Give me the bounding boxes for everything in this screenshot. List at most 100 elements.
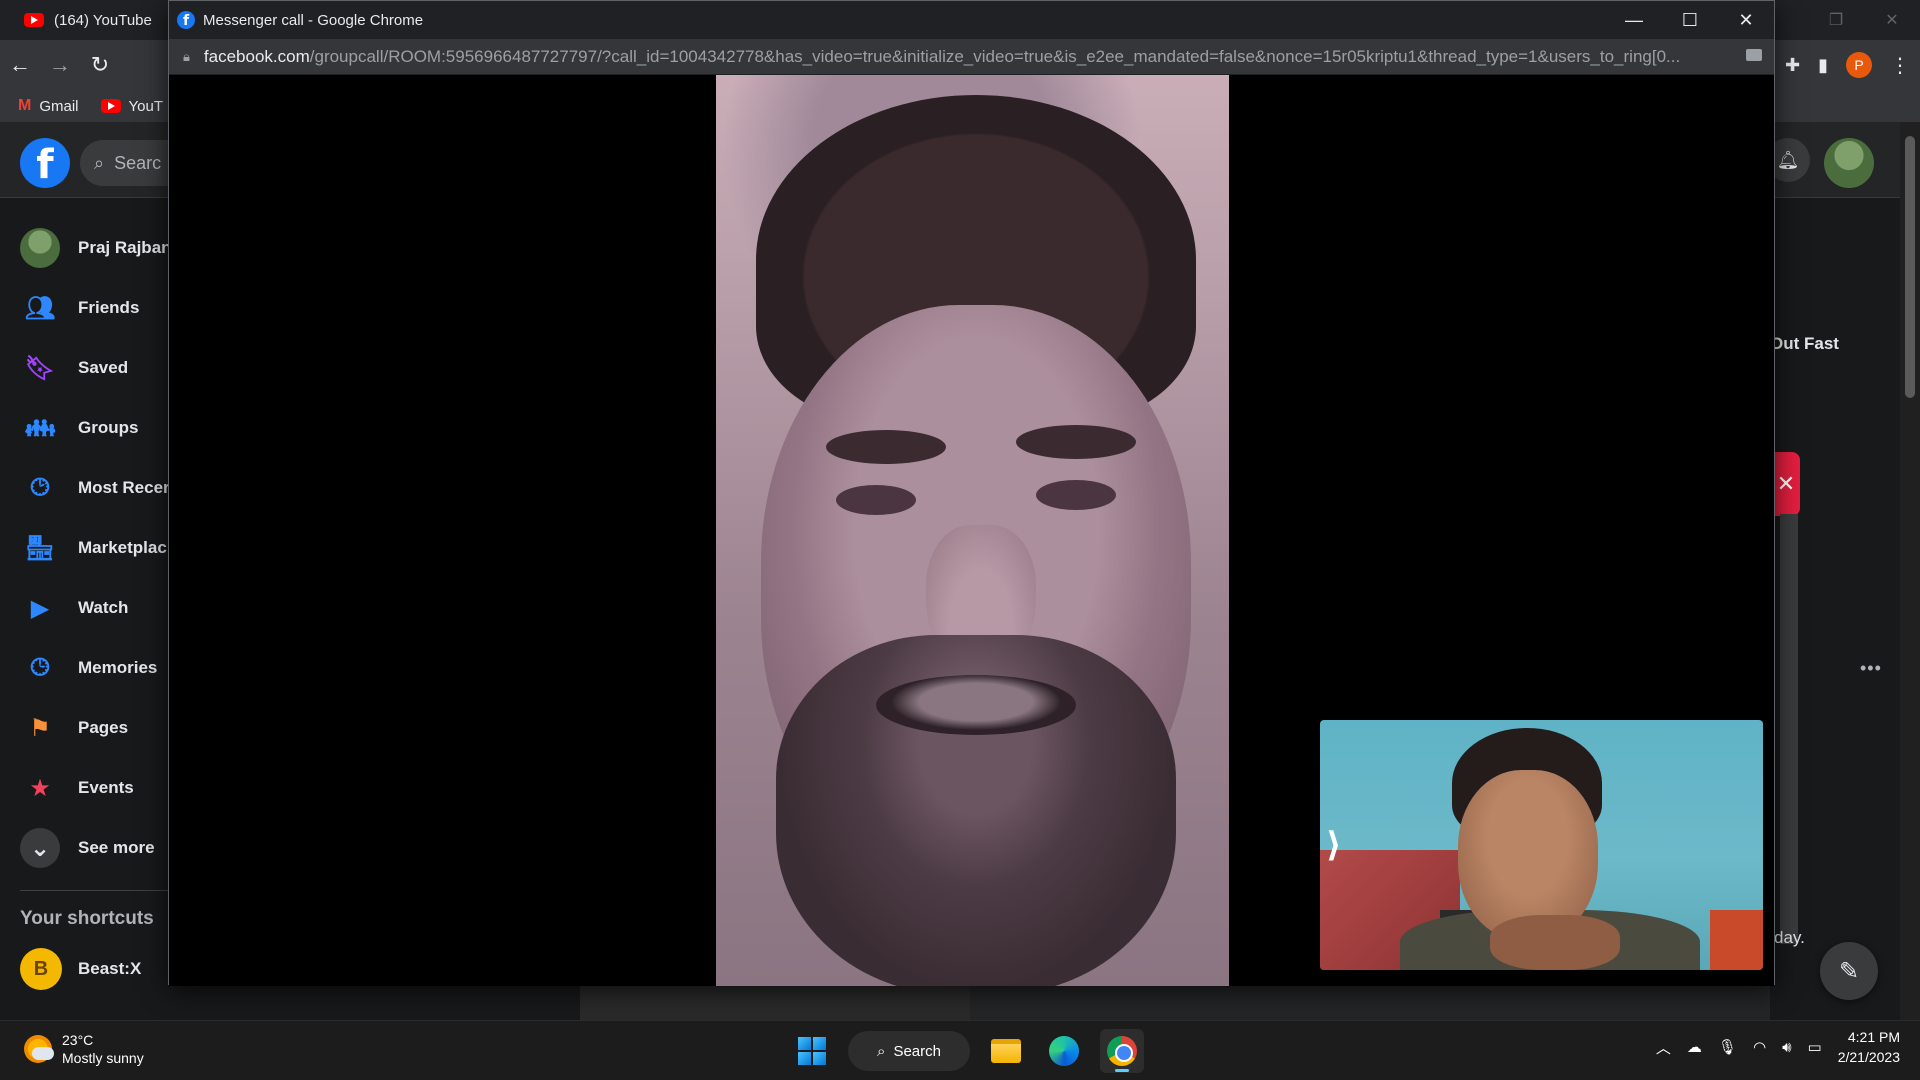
video-eye bbox=[836, 485, 916, 515]
extensions-icon[interactable]: ✚ bbox=[1785, 55, 1800, 76]
camera-icon[interactable] bbox=[1746, 49, 1762, 61]
show-hidden-icons-chevron-icon[interactable]: ︿ bbox=[1656, 1037, 1671, 1058]
sidebar-item-label: Saved bbox=[78, 358, 129, 377]
new-message-icon[interactable]: ✎ bbox=[1820, 942, 1878, 1000]
video-hands bbox=[1490, 915, 1620, 970]
chat-scrollbar[interactable] bbox=[1780, 514, 1798, 944]
side-panel-icon[interactable]: ▮ bbox=[1818, 55, 1828, 76]
chat-window-strip bbox=[970, 982, 1390, 1020]
close-icon[interactable]: ✕ bbox=[1772, 452, 1800, 516]
self-view-video[interactable]: ⟩ bbox=[1320, 720, 1763, 970]
video-eyebrow bbox=[826, 430, 946, 464]
collapse-chevron-icon[interactable]: ⟩ bbox=[1326, 825, 1342, 865]
taskbar-search[interactable]: ⌕ Search bbox=[848, 1031, 970, 1071]
maximize-icon[interactable]: ☐ bbox=[1662, 1, 1718, 39]
youtube-icon bbox=[100, 99, 121, 113]
youtube-tab-title: (164) YouTube bbox=[54, 11, 152, 29]
header-actions: 🔔︎ bbox=[1766, 138, 1874, 188]
partly-sunny-icon bbox=[24, 1035, 54, 1063]
minimize-icon[interactable]: — bbox=[1606, 1, 1662, 39]
bookmark-youtube[interactable]: YouT bbox=[100, 98, 163, 115]
wifi-icon[interactable]: ◠ bbox=[1753, 1038, 1766, 1056]
back-icon[interactable]: ← bbox=[0, 52, 40, 78]
start-button[interactable] bbox=[790, 1029, 834, 1073]
windows-taskbar: 23°C Mostly sunny ⌕ Search ︿ ☁ 🎙︎ ◠ 🔊︎ ▭… bbox=[0, 1020, 1920, 1080]
sidebar-item-label: Groups bbox=[78, 418, 139, 437]
gmail-icon: M bbox=[18, 97, 32, 114]
battery-icon[interactable]: ▭ bbox=[1808, 1038, 1822, 1056]
chat-window-strip bbox=[1390, 982, 1770, 1020]
sidebar-item-memories[interactable]: 🕒︎ Memories bbox=[0, 638, 170, 698]
sidebar-item-label: Praj Rajban bbox=[78, 238, 172, 257]
shortcut-avatar: B bbox=[20, 948, 62, 990]
chrome-button[interactable] bbox=[1100, 1029, 1144, 1073]
bookmark-label: Gmail bbox=[39, 97, 79, 115]
scrollbar-thumb[interactable] bbox=[1905, 136, 1915, 398]
toolbar-right: ✚ ▮ P ⋮ bbox=[1785, 40, 1910, 90]
sidebar-item-pages[interactable]: ⚑ Pages bbox=[0, 698, 170, 758]
call-window-controls: — ☐ ✕ bbox=[1606, 1, 1774, 39]
sidebar-item-label: Events bbox=[78, 778, 134, 797]
sidebar-item-marketplac[interactable]: 🏪︎ Marketplac bbox=[0, 518, 170, 578]
shortcut-beastx[interactable]: B Beast:X bbox=[20, 948, 141, 990]
page-scrollbar[interactable] bbox=[1900, 122, 1920, 1020]
sidebar-item-label: Watch bbox=[78, 598, 129, 617]
sidebar-item-most-recer[interactable]: 🕑︎ Most Recer bbox=[0, 458, 170, 518]
weather-widget[interactable]: 23°C Mostly sunny bbox=[24, 1031, 144, 1067]
url-path: /groupcall/ROOM:5956966487727797/?call_i… bbox=[309, 46, 1681, 66]
video-eye bbox=[1036, 480, 1116, 510]
restore-icon[interactable]: ❐ bbox=[1808, 0, 1864, 40]
sidebar-item-praj-rajban[interactable]: Praj Rajban bbox=[0, 218, 172, 278]
close-icon[interactable]: ✕ bbox=[1718, 1, 1774, 39]
weather-text: 23°C Mostly sunny bbox=[62, 1031, 144, 1067]
edge-icon bbox=[1049, 1036, 1079, 1066]
profile-avatar[interactable]: P bbox=[1846, 52, 1872, 78]
shortcuts-title: Your shortcuts bbox=[20, 908, 154, 929]
video-mouth bbox=[876, 675, 1076, 735]
edge-button[interactable] bbox=[1042, 1029, 1086, 1073]
account-avatar[interactable] bbox=[1824, 138, 1874, 188]
sidebar-item-label: Most Recer bbox=[78, 478, 170, 497]
menu-icon[interactable]: ⋮ bbox=[1890, 53, 1910, 78]
events-icon: ★ bbox=[29, 774, 51, 802]
call-url: facebook.com/groupcall/ROOM:595696648772… bbox=[204, 47, 1680, 67]
folder-icon bbox=[991, 1039, 1021, 1063]
search-icon: ⌕ bbox=[877, 1042, 886, 1060]
sidebar-item-label: Marketplac bbox=[78, 538, 167, 557]
file-explorer-button[interactable] bbox=[984, 1029, 1028, 1073]
taskbar-apps: ⌕ Search bbox=[790, 1029, 1144, 1073]
sidebar-item-see-more[interactable]: ⌄ See more bbox=[0, 818, 170, 878]
remote-participant-video bbox=[716, 75, 1229, 986]
chevron-down-icon: ⌄ bbox=[20, 828, 60, 868]
volume-icon[interactable]: 🔊︎ bbox=[1782, 1039, 1791, 1056]
clock[interactable]: 4:21 PM 2/21/2023 bbox=[1838, 1027, 1900, 1067]
call-address-bar[interactable]: 🔒︎ facebook.com/groupcall/ROOM:595696648… bbox=[169, 39, 1774, 75]
more-options-icon[interactable]: ••• bbox=[1860, 658, 1882, 679]
background-window-controls: ❐ ✕ bbox=[1808, 0, 1920, 40]
call-window-title: Messenger call - Google Chrome bbox=[203, 11, 424, 29]
search-icon: ⌕ bbox=[94, 152, 105, 173]
facebook-logo-icon[interactable]: f bbox=[20, 138, 70, 188]
feed-icon: 🕑︎ bbox=[30, 474, 50, 501]
bookmark-icon: 🔖︎ bbox=[24, 354, 56, 382]
bookmark-gmail[interactable]: M Gmail bbox=[18, 97, 79, 115]
video-eyebrow bbox=[1016, 425, 1136, 459]
taskbar-search-label: Search bbox=[893, 1042, 941, 1060]
sidebar-item-saved[interactable]: 🔖︎ Saved bbox=[0, 338, 170, 398]
sidebar-item-groups[interactable]: 👪︎ Groups bbox=[0, 398, 170, 458]
watch-icon: ▶ bbox=[30, 594, 50, 622]
youtube-tab[interactable]: (164) YouTube bbox=[0, 0, 152, 40]
microphone-icon[interactable]: 🎙︎ bbox=[1718, 1038, 1737, 1056]
sidebar-item-events[interactable]: ★ Events bbox=[0, 758, 170, 818]
sidebar-item-watch[interactable]: ▶ Watch bbox=[0, 578, 170, 638]
close-icon[interactable]: ✕ bbox=[1864, 0, 1920, 40]
friends-icon: 👥︎ bbox=[24, 294, 56, 322]
sidebar-item-label: Memories bbox=[78, 658, 158, 677]
sidebar-item-friends[interactable]: 👥︎ Friends bbox=[0, 278, 170, 338]
reload-icon[interactable]: ↻ bbox=[80, 52, 120, 78]
forward-icon[interactable]: → bbox=[40, 52, 80, 78]
onedrive-cloud-icon[interactable]: ☁ bbox=[1687, 1038, 1702, 1056]
sidebar-item-label: Pages bbox=[78, 718, 129, 737]
messenger-call-window: f Messenger call - Google Chrome — ☐ ✕ 🔒… bbox=[168, 0, 1775, 986]
left-sidebar: Praj Rajban 👥︎ Friends 🔖︎ Saved 👪︎ Groups 🕑︎ Mos… bbox=[0, 218, 172, 878]
